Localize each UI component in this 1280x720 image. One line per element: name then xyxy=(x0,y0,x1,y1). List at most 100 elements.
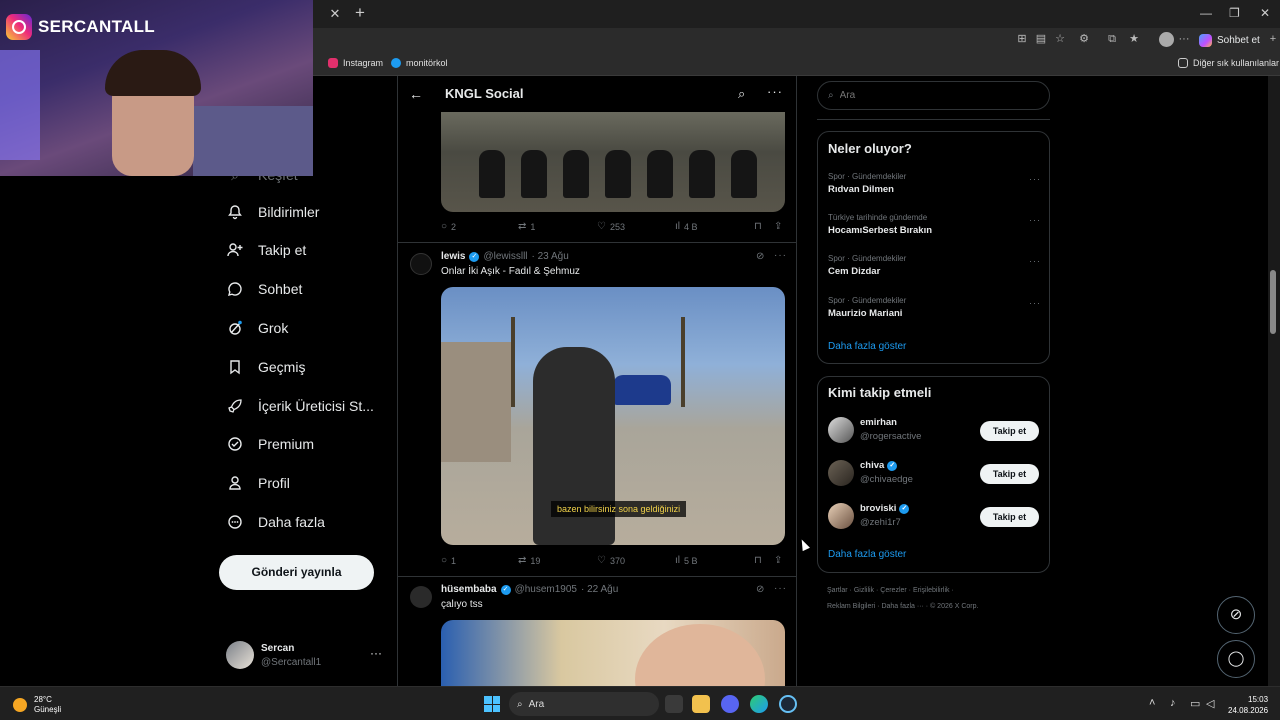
grok-fab-button[interactable]: ⊘ xyxy=(1217,596,1255,634)
grok-icon[interactable]: ⊘ xyxy=(756,584,764,595)
views-button[interactable]: ıl 5 B xyxy=(675,555,698,566)
nav-item-notifications[interactable]: Bildirimler xyxy=(226,203,319,221)
post-date[interactable]: · 22 Ağu xyxy=(581,584,618,595)
menu-more-icon[interactable]: ··· xyxy=(1177,32,1191,46)
footer-links[interactable]: Reklam Bilgileri · Daha fazla ··· · © 20… xyxy=(827,603,978,610)
minimize-icon[interactable]: — xyxy=(1200,6,1212,20)
nav-item-more[interactable]: Daha fazla xyxy=(226,513,325,531)
search-icon[interactable]: ⌕ xyxy=(738,86,745,102)
more-icon[interactable]: ··· xyxy=(767,84,783,99)
taskbar-search[interactable]: ⌕ Ara xyxy=(509,692,659,716)
window-close-icon[interactable]: ✕ xyxy=(1260,6,1270,20)
post-date[interactable]: · 23 Ağu xyxy=(532,251,569,262)
bookmark-monitorkol[interactable]: monitörkol xyxy=(391,58,448,68)
nav-item-chat[interactable]: Sohbet xyxy=(226,280,302,298)
more-icon[interactable]: ··· xyxy=(1029,298,1041,308)
volume-icon[interactable]: ◁ xyxy=(1206,697,1214,710)
close-tab-icon[interactable]: ✕ xyxy=(327,6,343,22)
author-name[interactable]: lewis xyxy=(441,251,465,262)
footer-links[interactable]: Şartlar · Gizlilik · Çerezler · Erişileb… xyxy=(827,587,954,594)
microphone-icon[interactable]: ♪ xyxy=(1170,697,1176,709)
sidebar-toggle-icon[interactable]: + xyxy=(1266,32,1280,46)
reply-button[interactable]: ○ 2 xyxy=(441,221,456,232)
nav-item-creator-studio[interactable]: İçerik Üreticisi St... xyxy=(226,397,374,415)
bookmark-button[interactable]: ⊓ xyxy=(754,555,762,566)
favorites-icon[interactable]: ★ xyxy=(1127,32,1141,46)
more-icon[interactable]: ··· xyxy=(774,583,787,594)
star-icon[interactable]: ☆ xyxy=(1053,32,1067,46)
author-name[interactable]: hüsembaba xyxy=(441,584,497,595)
avatar[interactable] xyxy=(410,586,432,608)
restore-icon[interactable]: ❐ xyxy=(1229,6,1240,20)
like-button[interactable]: ♡ 370 xyxy=(597,555,625,566)
like-button[interactable]: ♡ 253 xyxy=(597,221,625,232)
apps-icon[interactable]: ⊞ xyxy=(1015,32,1029,46)
post-media-image[interactable] xyxy=(441,620,785,686)
verified-badge-icon: ✓ xyxy=(500,584,511,595)
clock[interactable]: 15:03 24.08.2026 xyxy=(1228,694,1268,716)
post-media-image[interactable] xyxy=(441,112,785,212)
messages-fab-button[interactable]: ◯ xyxy=(1217,640,1255,678)
profile-avatar[interactable] xyxy=(1159,32,1174,47)
grok-icon: ⊘ xyxy=(1229,606,1243,623)
views-button[interactable]: ıl 4 B xyxy=(675,221,698,232)
nav-item-follow[interactable]: Takip et xyxy=(226,241,306,259)
bookmark-instagram[interactable]: Instagram xyxy=(328,58,383,68)
follow-button[interactable]: Takip et xyxy=(980,464,1039,484)
more-icon[interactable]: ··· xyxy=(774,250,787,261)
scrollbar[interactable] xyxy=(1268,76,1280,686)
steam-icon[interactable] xyxy=(779,695,797,713)
trend-category: Türkiye tarihinde gündemde xyxy=(828,213,928,222)
share-button[interactable]: ⇪ xyxy=(774,221,782,232)
post-button[interactable]: Gönderi yayınla xyxy=(219,555,374,590)
weather-widget[interactable]: 28°C Güneşli xyxy=(13,695,61,715)
other-bookmarks[interactable]: Diğer sık kullanılanlar xyxy=(1178,58,1279,68)
back-arrow-icon[interactable]: ← xyxy=(409,86,423,102)
chat-button[interactable]: Sohbet et xyxy=(1199,32,1260,48)
trend-item[interactable]: Spor · Gündemdekiler Maurizio Mariani ··… xyxy=(828,296,1043,326)
follow-button[interactable]: Takip et xyxy=(980,421,1039,441)
author-handle[interactable]: @lewisslll xyxy=(483,251,527,262)
repost-button[interactable]: ⇄ 19 xyxy=(518,555,540,566)
nav-item-grok[interactable]: Grok xyxy=(226,319,288,337)
start-button[interactable] xyxy=(484,696,500,712)
avatar[interactable] xyxy=(410,253,432,275)
reply-button[interactable]: ○ 1 xyxy=(441,555,456,566)
file-explorer-icon[interactable] xyxy=(692,695,710,713)
more-icon[interactable]: ··· xyxy=(370,646,382,660)
reader-icon[interactable]: ▤ xyxy=(1034,32,1048,46)
more-icon[interactable]: ··· xyxy=(1029,215,1041,225)
extensions-icon[interactable]: ⚙ xyxy=(1077,32,1091,46)
nav-item-profile[interactable]: Profil xyxy=(226,474,290,492)
new-tab-icon[interactable]: + xyxy=(351,4,369,22)
follow-button[interactable]: Takip et xyxy=(980,507,1039,527)
nav-item-history[interactable]: Geçmiş xyxy=(226,358,305,376)
split-screen-icon[interactable]: ⧉ xyxy=(1105,32,1119,46)
more-icon[interactable]: ··· xyxy=(1029,174,1041,184)
trend-item[interactable]: Spor · Gündemdekiler Cem Dizdar ··· xyxy=(828,254,1043,284)
grok-icon[interactable]: ⊘ xyxy=(756,251,764,262)
display-icon[interactable]: ▭ xyxy=(1190,697,1200,710)
show-more-link[interactable]: Daha fazla göster xyxy=(828,341,906,352)
chevron-up-icon[interactable]: ˄ xyxy=(1149,697,1155,709)
task-view-icon[interactable] xyxy=(665,695,683,713)
discord-icon[interactable] xyxy=(721,695,739,713)
share-button[interactable]: ⇪ xyxy=(774,555,782,566)
suggestion-item[interactable]: broviski ✓ @zehi1r7 Takip et xyxy=(828,503,1043,535)
edge-icon[interactable] xyxy=(750,695,768,713)
scrollbar-thumb[interactable] xyxy=(1270,270,1276,334)
show-more-link[interactable]: Daha fazla göster xyxy=(828,549,906,560)
search-input[interactable] xyxy=(839,90,1020,101)
account-switcher[interactable]: Sercan @Sercantall1 ··· xyxy=(226,640,386,672)
repost-button[interactable]: ⇄ 1 xyxy=(518,221,535,232)
trend-item[interactable]: Türkiye tarihinde gündemde HocamıSerbest… xyxy=(828,213,1043,243)
more-icon[interactable]: ··· xyxy=(1029,256,1041,266)
nav-item-premium[interactable]: Premium xyxy=(226,435,314,453)
trend-item[interactable]: Spor · Gündemdekiler Rıdvan Dilmen ··· xyxy=(828,172,1043,202)
bookmark-button[interactable]: ⊓ xyxy=(754,221,762,232)
author-handle[interactable]: @husem1905 xyxy=(515,584,577,595)
suggestion-item[interactable]: chiva ✓ @chivaedge Takip et xyxy=(828,460,1043,492)
suggestion-item[interactable]: emirhan @rogersactive Takip et xyxy=(828,417,1043,449)
post-media-image[interactable]: bazen bilirsiniz sona geldiğinizi xyxy=(441,287,785,545)
search-field[interactable]: ⌕ xyxy=(817,81,1050,110)
